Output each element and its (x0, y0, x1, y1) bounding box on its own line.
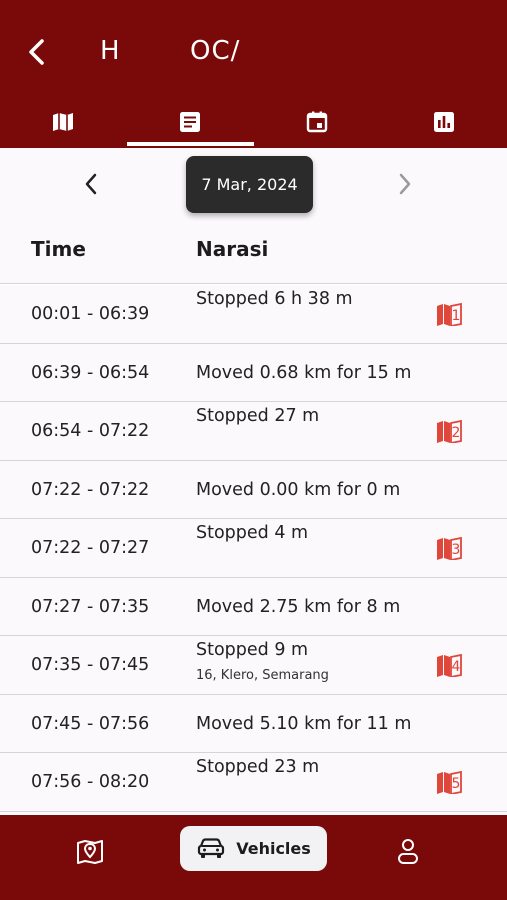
stop-marker-flag-icon[interactable]: 1 (436, 302, 462, 326)
row-narration: Stopped 6 h 38 m (196, 289, 353, 309)
map-pin-icon[interactable] (74, 835, 106, 867)
tab-calendar[interactable] (254, 96, 381, 148)
row-narration: Moved 5.10 km for 11 m (196, 713, 412, 734)
table-header: Time Narasi (0, 220, 507, 284)
profile-icon[interactable] (392, 835, 424, 867)
table-row[interactable]: 07:45 - 07:56 Moved 5.10 km for 11 m (0, 695, 507, 753)
calendar-icon (306, 111, 328, 133)
row-time: 07:56 - 08:20 (31, 772, 150, 792)
row-time: 06:54 - 07:22 (31, 421, 150, 441)
row-narration: Moved 0.68 km for 15 m (196, 362, 412, 383)
row-narration: Stopped 23 m (196, 757, 320, 777)
tab-statistics[interactable] (380, 96, 507, 148)
table-row[interactable]: 07:35 - 07:45 Stopped 9 m 16, Klero, Semar… (0, 636, 507, 695)
map-icon (53, 113, 74, 131)
table-row[interactable]: 06:39 - 06:54 Moved 0.68 km for 15 m (0, 344, 507, 402)
row-time: 07:22 - 07:27 (31, 538, 150, 558)
table-row[interactable]: 00:01 - 06:39 Stopped 6 h 38 m 1 (0, 285, 507, 344)
table-row[interactable]: 06:54 - 07:22 Stopped 27 m 2 (0, 402, 507, 461)
table-row[interactable]: 07:56 - 08:20 Stopped 23 m 5 (0, 753, 507, 812)
row-time: 07:35 - 07:45 (31, 655, 150, 675)
column-header-time: Time (31, 237, 86, 261)
stop-marker-number: 2 (452, 425, 461, 441)
stop-marker-flag-icon[interactable]: 5 (436, 770, 462, 794)
row-narration: Stopped 4 m (196, 523, 309, 543)
tab-map[interactable] (0, 96, 127, 148)
row-time: 00:01 - 06:39 (31, 304, 150, 324)
chevron-right-icon[interactable] (390, 170, 418, 198)
stop-marker-number: 1 (452, 308, 461, 324)
stop-marker-number: 5 (452, 776, 461, 792)
app-header: H OC/ (0, 0, 507, 148)
tab-bar (0, 96, 507, 148)
vehicle-title-part1: H (100, 36, 120, 66)
table-row[interactable]: 07:27 - 07:35 Moved 2.75 km for 8 m (0, 578, 507, 636)
table-row[interactable]: 07:22 - 07:27 Stopped 4 m 3 (0, 519, 507, 578)
selected-date[interactable]: 7 Mar, 2024 (186, 156, 313, 213)
row-narration: Moved 2.75 km for 8 m (196, 596, 401, 617)
back-arrow-icon[interactable] (22, 36, 50, 68)
row-time: 06:39 - 06:54 (31, 362, 150, 383)
row-time: 07:45 - 07:56 (31, 713, 150, 734)
vehicles-nav-label: Vehicles (236, 839, 311, 858)
document-icon (180, 112, 201, 132)
car-icon (198, 837, 225, 858)
row-narration: Stopped 27 m (196, 406, 320, 426)
stop-marker-number: 3 (452, 542, 461, 558)
tab-narration[interactable] (126, 96, 254, 148)
row-narration: Stopped 9 m (196, 640, 309, 660)
narration-list[interactable]: 00:01 - 06:39 Stopped 6 h 38 m 1 06:39 - 06… (0, 285, 507, 815)
row-narration: Moved 0.00 km for 0 m (196, 479, 401, 500)
row-address: 16, Klero, Semarang (196, 668, 329, 683)
stop-marker-flag-icon[interactable]: 4 (436, 653, 462, 677)
vehicle-title-part2: OC/ (190, 36, 241, 66)
stop-marker-flag-icon[interactable]: 2 (436, 419, 462, 443)
table-row[interactable]: 07:22 - 07:22 Moved 0.00 km for 0 m (0, 461, 507, 519)
column-header-narration: Narasi (196, 237, 269, 261)
bottom-navigation: Vehicles (0, 815, 507, 900)
stop-marker-flag-icon[interactable]: 3 (436, 536, 462, 560)
chevron-left-icon[interactable] (78, 170, 106, 198)
row-time: 07:27 - 07:35 (31, 596, 150, 617)
stop-marker-number: 4 (452, 659, 461, 675)
vehicles-nav-button[interactable]: Vehicles (180, 826, 327, 871)
bar-chart-icon (433, 112, 454, 132)
active-tab-indicator (126, 142, 254, 146)
row-time: 07:22 - 07:22 (31, 479, 150, 500)
